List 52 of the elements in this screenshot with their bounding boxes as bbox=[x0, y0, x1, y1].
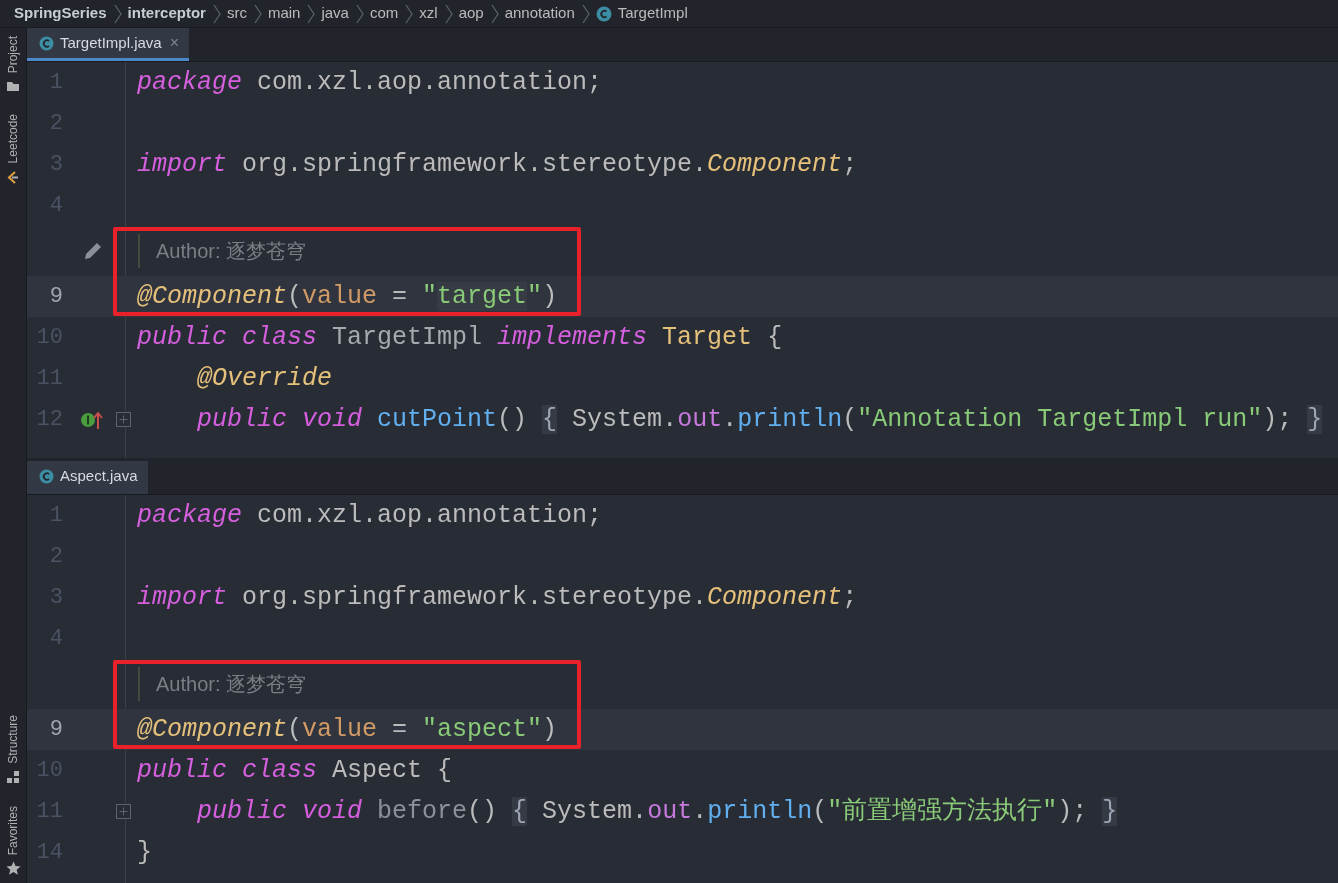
code-line: import org.springframework.stereotype.Component; bbox=[137, 149, 858, 181]
chevron-icon bbox=[306, 3, 316, 24]
implemented-method-icon bbox=[80, 409, 103, 430]
code-line: import org.springframework.stereotype.Component; bbox=[137, 582, 858, 614]
plus-icon bbox=[117, 414, 129, 425]
fold-button[interactable] bbox=[115, 804, 131, 819]
file-tab[interactable]: Aspect.java bbox=[27, 461, 148, 494]
breadcrumb-item[interactable]: annotation bbox=[504, 2, 575, 25]
breadcrumb-item[interactable]: src bbox=[226, 2, 247, 25]
code-line: package com.xzl.aop.annotation; bbox=[137, 500, 603, 532]
code-line: package com.xzl.aop.annotation; bbox=[137, 67, 603, 99]
breadcrumb-item[interactable]: java bbox=[321, 2, 349, 25]
breadcrumb-item[interactable]: TargetImpl bbox=[617, 2, 688, 25]
code-line: public void before() { System.out.println("前置增强方法执行"); } bbox=[196, 796, 1118, 828]
structure-icon bbox=[6, 769, 20, 784]
line-number: 9 bbox=[48, 716, 63, 744]
line-number: 9 bbox=[48, 283, 63, 311]
code-line: @Component(value = "aspect") bbox=[137, 714, 558, 746]
class-icon bbox=[39, 468, 54, 484]
tool-window-tab[interactable]: Favorites bbox=[4, 805, 22, 855]
code-line: public class Aspect { bbox=[137, 755, 453, 787]
chevron-icon bbox=[211, 3, 221, 24]
breadcrumb-item[interactable]: main bbox=[267, 2, 301, 25]
star-icon bbox=[5, 861, 21, 875]
folder-icon bbox=[6, 79, 20, 93]
chevron-icon bbox=[443, 3, 453, 24]
chevron-icon bbox=[404, 3, 414, 24]
leetcode-icon bbox=[6, 169, 20, 185]
chevron-icon bbox=[354, 3, 364, 24]
chevron-icon bbox=[252, 3, 262, 24]
breadcrumb-item[interactable]: SpringSeries bbox=[14, 2, 107, 25]
code-line: public void cutPoint() { System.out.println("Annotation TargetImpl run"); } bbox=[196, 404, 1323, 436]
breadcrumb-item[interactable]: aop bbox=[458, 2, 484, 25]
chevron-icon bbox=[580, 3, 590, 24]
code-line: @Component(value = "target") bbox=[137, 281, 558, 313]
file-tab[interactable]: TargetImpl.java × bbox=[27, 28, 190, 61]
chevron-icon bbox=[112, 3, 122, 24]
plus-icon bbox=[117, 806, 129, 817]
tool-window-tab[interactable]: Structure bbox=[4, 714, 22, 764]
breadcrumb-item[interactable]: xzl bbox=[419, 2, 438, 25]
code-line: @Override bbox=[196, 363, 333, 395]
tool-window-tab[interactable]: Project bbox=[4, 36, 22, 74]
code-line: public class TargetImpl implements Target { bbox=[137, 322, 783, 354]
class-icon bbox=[39, 35, 54, 51]
breadcrumb-item[interactable]: interceptor bbox=[127, 2, 206, 25]
fold-button[interactable] bbox=[115, 412, 131, 427]
pencil-icon bbox=[83, 241, 103, 261]
code-line: } bbox=[137, 837, 152, 869]
chevron-icon bbox=[489, 3, 499, 24]
tool-window-tab[interactable]: Leetcode bbox=[4, 114, 22, 164]
breadcrumb-item[interactable]: com bbox=[369, 2, 399, 25]
class-icon bbox=[595, 5, 612, 22]
